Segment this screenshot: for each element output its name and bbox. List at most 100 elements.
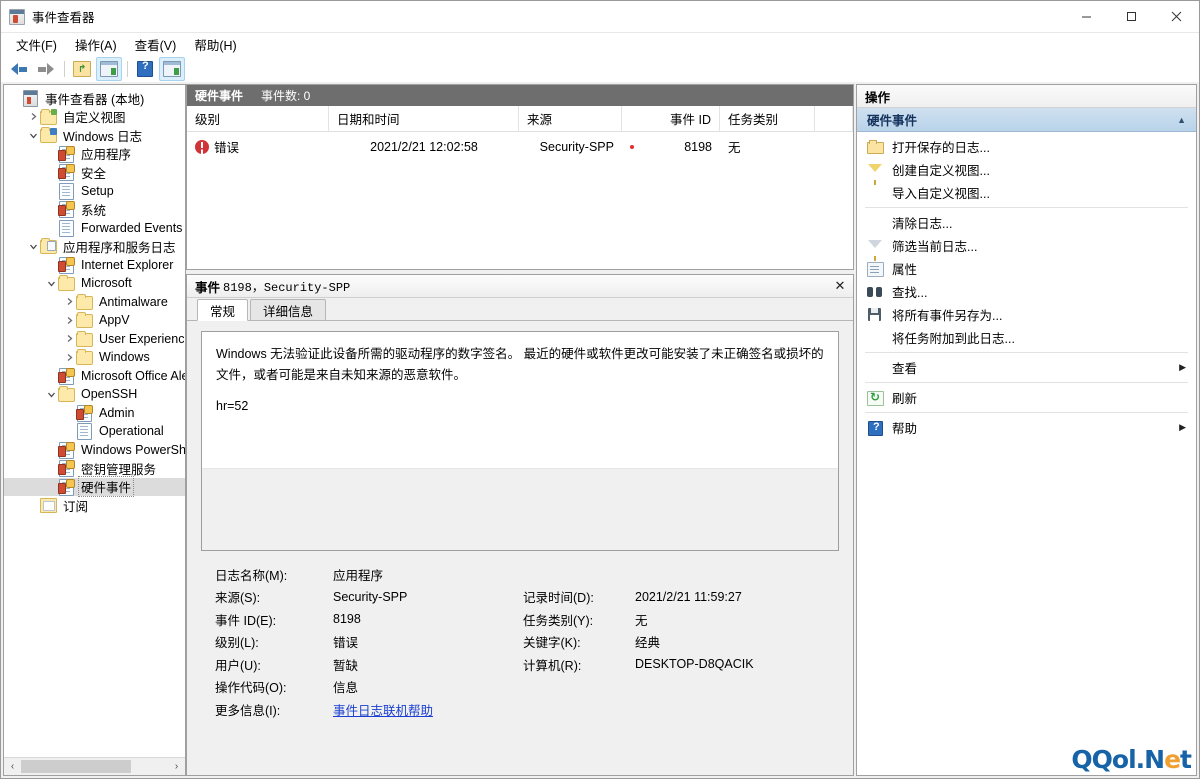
- chevron-right-icon[interactable]: [62, 297, 76, 306]
- event-list-pane: 硬件事件 事件数: 0 级别 日期和时间 来源 事件 ID 任务类别 错误 2021/2/…: [186, 84, 854, 270]
- tab-general[interactable]: 常规: [197, 299, 249, 321]
- scroll-right-button[interactable]: ›: [168, 758, 185, 775]
- minimize-button[interactable]: [1064, 1, 1109, 32]
- action-view[interactable]: 查看 ▶: [857, 356, 1196, 379]
- action-import-custom-view[interactable]: 导入自定义视图...: [857, 181, 1196, 204]
- menu-help[interactable]: 帮助(H): [185, 32, 245, 57]
- chevron-right-icon[interactable]: [26, 112, 40, 121]
- maximize-button[interactable]: [1109, 1, 1154, 32]
- chevron-down-icon[interactable]: [26, 242, 40, 251]
- tab-details[interactable]: 详细信息: [250, 299, 327, 320]
- actions-group-header[interactable]: 硬件事件 ▲: [857, 108, 1196, 132]
- tree-node[interactable]: 事件查看器 (本地): [4, 89, 185, 108]
- detail-close-button[interactable]: ✕: [827, 275, 853, 297]
- chevron-right-icon[interactable]: ▶: [1179, 422, 1186, 433]
- tree-node[interactable]: Operational: [4, 422, 185, 441]
- folder-icon: [76, 293, 93, 310]
- tree-node[interactable]: 应用程序和服务日志: [4, 237, 185, 256]
- scroll-track[interactable]: [21, 758, 168, 775]
- chevron-down-icon[interactable]: [26, 131, 40, 140]
- tree-node[interactable]: Admin: [4, 404, 185, 423]
- folder-icon: [76, 312, 93, 329]
- console-tree-pane: 事件查看器 (本地) 自定义视图 Windows 日志 应用程序 安全 Setup 系统 Fo…: [3, 84, 186, 776]
- log-plain-icon: [76, 423, 92, 441]
- tree-node[interactable]: OpenSSH: [4, 385, 185, 404]
- event-message-empty-area: [202, 468, 838, 550]
- tree-node[interactable]: Antimalware: [4, 293, 185, 312]
- action-filter-current-log[interactable]: 筛选当前日志...: [857, 234, 1196, 261]
- event-field-grid: 日志名称(M): 应用程序 来源(S): Security-SPP 记录时间(D…: [201, 551, 839, 721]
- action-open-saved-log[interactable]: 打开保存的日志...: [857, 135, 1196, 158]
- action-refresh[interactable]: 刷新: [857, 386, 1196, 409]
- tree-scroll-area[interactable]: 事件查看器 (本地) 自定义视图 Windows 日志 应用程序 安全 Setup 系统 Fo…: [4, 85, 185, 757]
- tree-node[interactable]: 应用程序: [4, 145, 185, 164]
- chevron-right-icon[interactable]: [62, 353, 76, 362]
- column-datetime[interactable]: 日期和时间: [329, 106, 519, 131]
- task-category-label: 任务类别(Y):: [523, 613, 594, 628]
- show-hide-action-pane-button[interactable]: [159, 57, 185, 81]
- show-hide-console-tree-button[interactable]: ↱: [69, 57, 95, 81]
- tree-node[interactable]: Windows: [4, 348, 185, 367]
- tree-node[interactable]: Windows 日志: [4, 126, 185, 145]
- action-attach-task-to-log[interactable]: 将任务附加到此日志...: [857, 326, 1196, 349]
- chevron-up-icon[interactable]: ▲: [1177, 115, 1186, 125]
- chevron-right-icon[interactable]: [62, 316, 76, 325]
- chevron-down-icon[interactable]: [44, 279, 58, 288]
- event-log-online-help-link[interactable]: 事件日志联机帮助: [333, 700, 433, 719]
- tree-node[interactable]: 密钥管理服务: [4, 459, 185, 478]
- close-button[interactable]: [1154, 1, 1199, 32]
- log-plain-icon: [58, 182, 74, 200]
- actions-separator: [865, 412, 1188, 413]
- action-save-all-events-as[interactable]: 将所有事件另存为...: [857, 303, 1196, 326]
- action-create-custom-view[interactable]: 创建自定义视图...: [857, 158, 1196, 185]
- question-mark-icon: [137, 60, 153, 77]
- tree-node[interactable]: Forwarded Events: [4, 219, 185, 238]
- scroll-thumb[interactable]: [21, 759, 131, 773]
- tree-node[interactable]: Internet Explorer: [4, 256, 185, 275]
- chevron-right-icon[interactable]: [62, 334, 76, 343]
- forward-button[interactable]: [33, 57, 59, 81]
- table-row[interactable]: 错误 2021/2/21 12:02:58 Security-SPP 8198 无: [187, 132, 853, 161]
- actions-pane: 操作 硬件事件 ▲ 打开保存的日志... 创建自定义视图... 导入自定义视图...…: [856, 84, 1197, 776]
- column-task-category[interactable]: 任务类别: [720, 106, 815, 131]
- event-id-label: 事件 ID(E):: [215, 613, 277, 628]
- toolbar-separator-1: [64, 61, 65, 77]
- chevron-down-icon[interactable]: [44, 390, 58, 399]
- action-label: 查看: [892, 362, 918, 376]
- tree-node[interactable]: Windows PowerShell: [4, 441, 185, 460]
- action-label: 将所有事件另存为...: [892, 309, 1003, 323]
- action-help[interactable]: 帮助 ▶: [857, 416, 1196, 439]
- event-message-frame[interactable]: Windows 无法验证此设备所需的驱动程序的数字签名。 最近的硬件或软件更改可…: [201, 331, 839, 551]
- column-level[interactable]: 级别: [187, 106, 329, 131]
- action-properties[interactable]: 属性: [857, 257, 1196, 280]
- column-source[interactable]: 来源: [519, 106, 622, 131]
- action-clear-log[interactable]: 清除日志...: [857, 211, 1196, 234]
- tree-node[interactable]: 硬件事件: [4, 476, 185, 498]
- keywords-value: 经典: [635, 636, 661, 651]
- log-plain-icon: [58, 219, 74, 237]
- menu-file[interactable]: 文件(F): [7, 32, 66, 57]
- menu-view[interactable]: 查看(V): [126, 32, 186, 57]
- back-button[interactable]: [6, 57, 32, 81]
- tree-node[interactable]: Setup: [4, 182, 185, 201]
- tree-node[interactable]: Microsoft: [4, 274, 185, 293]
- help-button[interactable]: [132, 57, 158, 81]
- properties-button[interactable]: [96, 57, 122, 81]
- chevron-right-icon[interactable]: ▶: [1179, 362, 1186, 373]
- tree-node[interactable]: 自定义视图: [4, 108, 185, 127]
- tree-horizontal-scrollbar[interactable]: ‹ ›: [4, 757, 185, 775]
- tree-node[interactable]: Microsoft Office Alerts: [4, 367, 185, 386]
- main-area: 事件查看器 (本地) 自定义视图 Windows 日志 应用程序 安全 Setup 系统 Fo…: [1, 82, 1199, 778]
- tree-node[interactable]: 订阅: [4, 496, 185, 515]
- column-event-id[interactable]: 事件 ID: [622, 106, 720, 131]
- watermark-part-3: e: [1164, 745, 1181, 774]
- tree-node[interactable]: AppV: [4, 311, 185, 330]
- tree-node[interactable]: User Experience Vir: [4, 330, 185, 349]
- scroll-left-button[interactable]: ‹: [4, 758, 21, 775]
- tree-node[interactable]: 安全: [4, 163, 185, 182]
- tree-node[interactable]: 系统: [4, 200, 185, 219]
- menu-action[interactable]: 操作(A): [66, 32, 126, 57]
- action-find[interactable]: 查找...: [857, 280, 1196, 303]
- cell-datetime: 2021/2/21 12:02:58: [370, 139, 478, 154]
